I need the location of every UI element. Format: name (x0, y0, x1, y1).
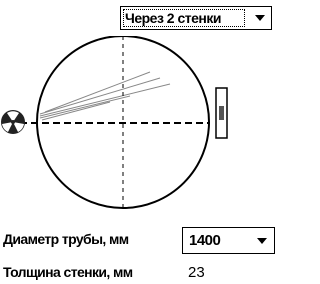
radiation-source-icon (1, 110, 25, 134)
beam-lines (39, 71, 171, 121)
diameter-label: Диаметр трубы, мм (3, 231, 129, 247)
diameter-value: 1400 (189, 232, 221, 249)
chevron-down-icon (257, 237, 267, 244)
chevron-down-icon (255, 15, 265, 21)
diameter-dropdown[interactable]: 1400 (182, 227, 275, 254)
wall-thickness-label: Толщина стенки, мм (3, 264, 133, 280)
exposure-mode-value: Через 2 стенки (123, 9, 245, 27)
detector-film-icon (215, 87, 228, 139)
exposure-mode-dropdown[interactable]: Через 2 стенки (120, 6, 272, 30)
wall-thickness-value: 23 (188, 264, 205, 281)
pipe-cross-section-diagram (1, 36, 228, 209)
